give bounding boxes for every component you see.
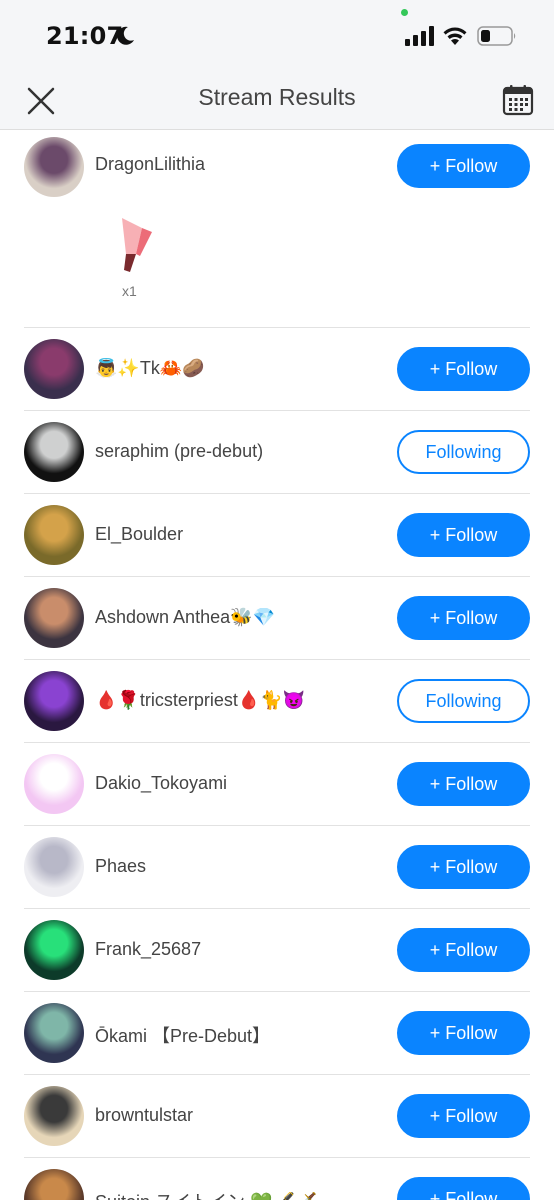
- list-item[interactable]: browntulstar + Follow: [0, 1075, 554, 1158]
- follow-button[interactable]: + Follow: [397, 845, 530, 889]
- follow-button[interactable]: + Follow: [397, 762, 530, 806]
- username: Ōkami 【Pre-Debut】: [95, 1026, 271, 1046]
- list-item[interactable]: Suitoin スイトイン 💚🖋️🗡️ + Follow: [0, 1158, 554, 1200]
- privacy-indicator: [401, 9, 408, 16]
- username: 👼✨Tk🦀🥔: [95, 358, 205, 378]
- avatar[interactable]: [24, 754, 84, 814]
- list-item[interactable]: Ōkami 【Pre-Debut】 + Follow: [0, 992, 554, 1075]
- battery-icon: [477, 26, 516, 46]
- username: Phaes: [95, 856, 147, 876]
- following-button[interactable]: Following: [397, 430, 530, 474]
- avatar[interactable]: [24, 505, 84, 565]
- list-item[interactable]: Phaes + Follow: [0, 826, 554, 909]
- follow-button[interactable]: + Follow: [397, 596, 530, 640]
- page-title: Stream Results: [198, 84, 356, 110]
- username: Dakio_Tokoyami: [95, 773, 228, 793]
- username: browntulstar: [95, 1105, 194, 1125]
- status-time: 21:07: [46, 22, 124, 50]
- avatar[interactable]: [24, 1169, 84, 1200]
- status-bar: 21:07: [0, 0, 554, 72]
- avatar[interactable]: [24, 588, 84, 648]
- username: Ashdown Anthea🐝💎: [95, 607, 275, 627]
- list-item[interactable]: Dakio_Tokoyami + Follow: [0, 743, 554, 826]
- gift-count: x1: [122, 283, 137, 299]
- gift-icon: [122, 218, 152, 272]
- list-item[interactable]: seraphim (pre-debut) Following: [0, 411, 554, 494]
- avatar[interactable]: [24, 137, 84, 197]
- list-item[interactable]: El_Boulder + Follow: [0, 494, 554, 577]
- avatar[interactable]: [24, 920, 84, 980]
- follow-button[interactable]: + Follow: [397, 1177, 530, 1200]
- list-item[interactable]: 🩸🌹tricsterpriest🩸🐈😈 Following: [0, 660, 554, 743]
- avatar[interactable]: [24, 1086, 84, 1146]
- follow-button[interactable]: + Follow: [397, 144, 530, 188]
- following-button[interactable]: Following: [397, 679, 530, 723]
- follow-button[interactable]: + Follow: [397, 928, 530, 972]
- follow-button[interactable]: + Follow: [397, 347, 530, 391]
- list-item[interactable]: Frank_25687 + Follow: [0, 909, 554, 992]
- moon-icon: [117, 26, 134, 45]
- navigation-bar: Stream Results: [0, 72, 554, 130]
- avatar[interactable]: [24, 671, 84, 731]
- wifi-icon: [443, 27, 467, 45]
- avatar[interactable]: [24, 422, 84, 482]
- username: seraphim (pre-debut): [95, 441, 264, 461]
- follow-button[interactable]: + Follow: [397, 513, 530, 557]
- follow-button[interactable]: + Follow: [397, 1094, 530, 1138]
- username: 🩸🌹tricsterpriest🩸🐈😈: [95, 690, 306, 710]
- list-item[interactable]: 👼✨Tk🦀🥔 + Follow: [0, 328, 554, 411]
- top-bar: 21:07 Stream Results: [0, 0, 554, 130]
- avatar[interactable]: [24, 339, 84, 399]
- calendar-icon: [502, 85, 534, 116]
- cellular-signal-icon: [405, 26, 434, 46]
- calendar-button[interactable]: [499, 81, 537, 119]
- results-list: DragonLilithia + Follow x1 👼✨Tk🦀🥔 + Follow se…: [0, 131, 554, 1200]
- username: Suitoin スイトイン 💚🖋️🗡️: [95, 1188, 317, 1200]
- username: El_Boulder: [95, 524, 184, 544]
- list-item[interactable]: Ashdown Anthea🐝💎 + Follow: [0, 577, 554, 660]
- list-item[interactable]: DragonLilithia + Follow x1: [0, 131, 554, 328]
- avatar[interactable]: [24, 1003, 84, 1063]
- username: DragonLilithia: [95, 154, 206, 174]
- avatar[interactable]: [24, 837, 84, 897]
- follow-button[interactable]: + Follow: [397, 1011, 530, 1055]
- username: Frank_25687: [95, 939, 202, 959]
